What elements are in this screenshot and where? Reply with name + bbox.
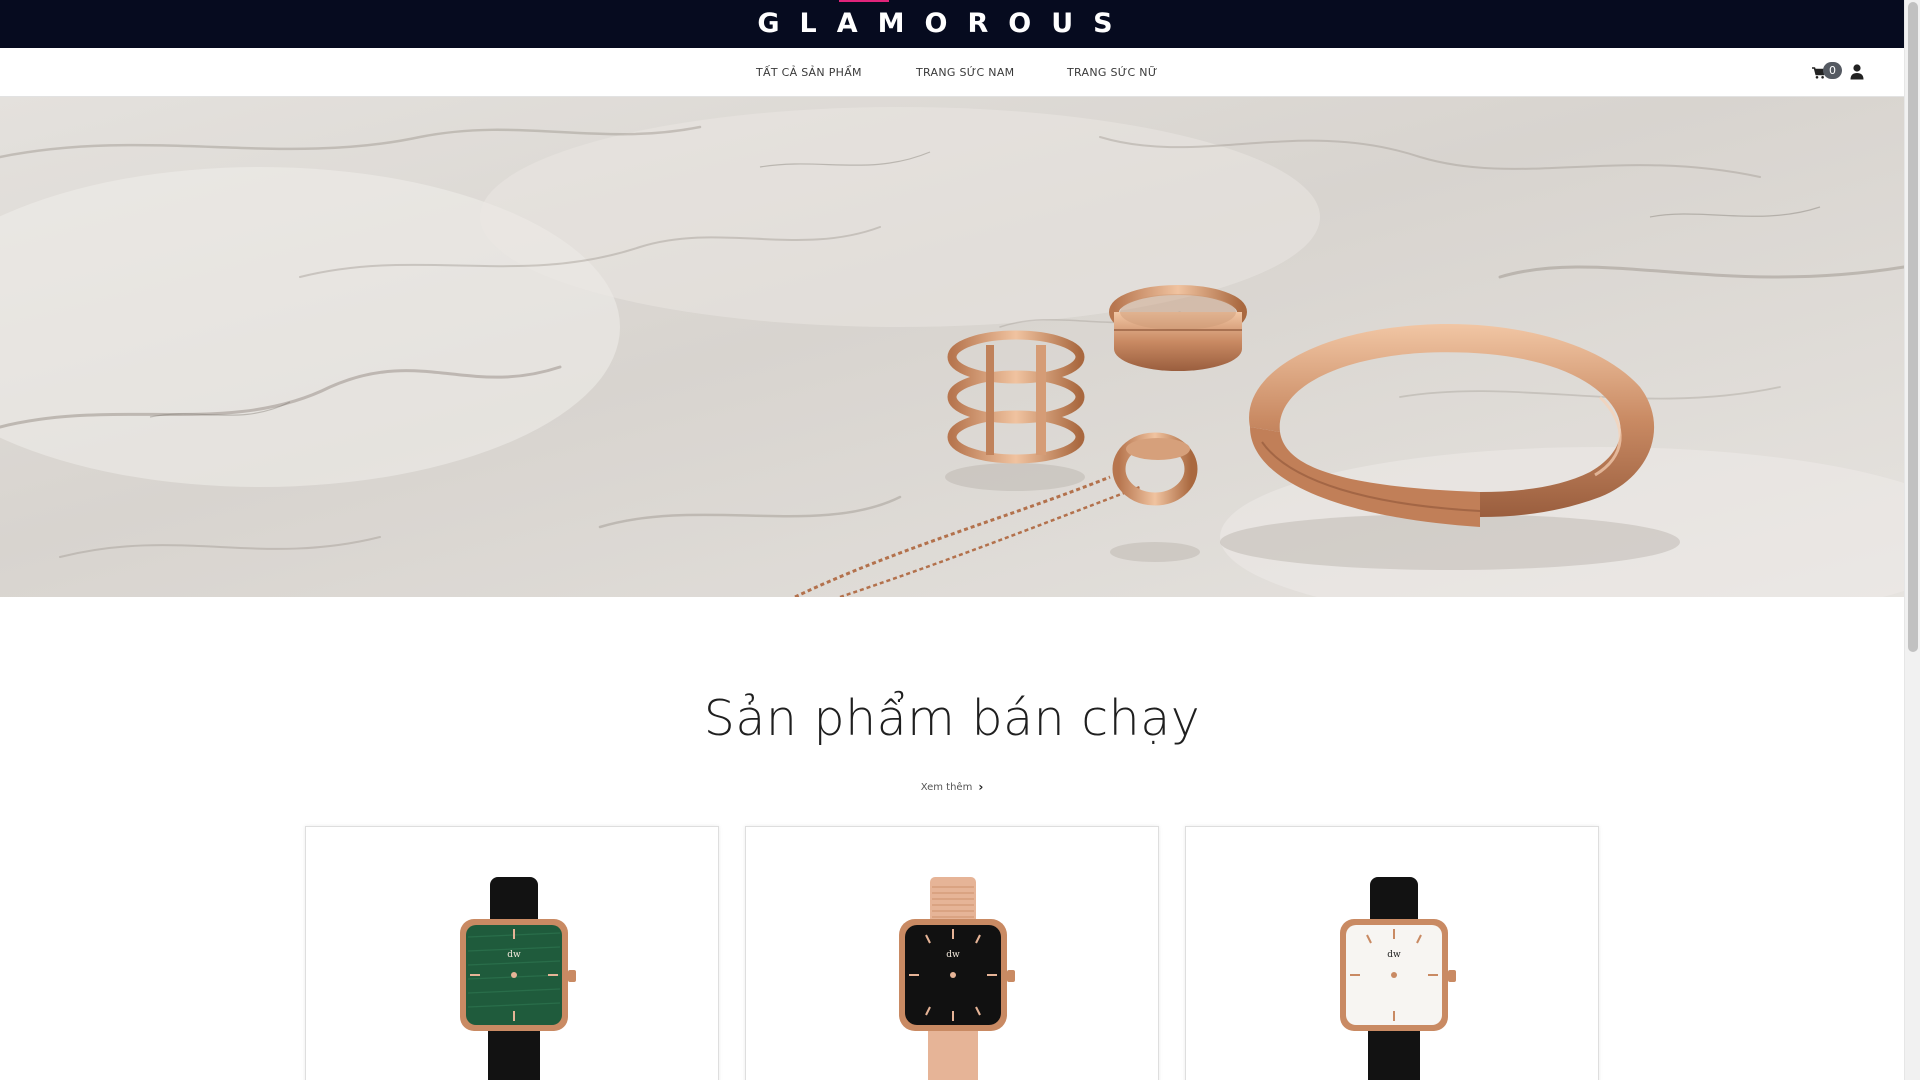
user-icon[interactable] [1849,63,1865,81]
product-image-watch-black: dw [899,877,1015,1080]
section-title-bestsellers: Sản phẩm bán chạy [703,690,1201,747]
see-more-link[interactable]: Xem thêm › [0,780,1904,794]
main-nav: TẤT CẢ SẢN PHẨM TRANG SỨC NAM TRANG SỨC … [0,48,1904,97]
nav-item-all-products[interactable]: TẤT CẢ SẢN PHẨM [756,66,862,79]
brand-bar: GLAMOROUS [0,0,1904,48]
nav-item-womens-jewelry[interactable]: TRANG SỨC NỮ [1067,66,1158,79]
product-image-watch-green: dw [460,877,576,1080]
brand-logo[interactable]: GLAMOROUS [0,6,1890,42]
brand-accent-line [839,0,889,2]
see-more-label: Xem thêm [920,782,973,793]
page: GLAMOROUS TẤT CẢ SẢN PHẨM TRANG SỨC NAM … [0,0,1920,1080]
scrollbar-thumb[interactable] [1908,2,1918,652]
page-scrollbar[interactable] [1904,0,1920,1080]
hero-jewelry-image [0,97,1904,597]
product-image-watch-white: dw [1340,877,1456,1080]
hero-banner[interactable] [0,97,1904,597]
svg-text:dw: dw [946,950,960,960]
chevron-right-icon: › [978,780,984,794]
nav-item-mens-jewelry[interactable]: TRANG SỨC NAM [916,66,1014,79]
product-card[interactable]: dw [305,826,719,1080]
product-card[interactable]: dw [745,826,1159,1080]
cart-button[interactable]: 0 [1810,60,1842,84]
svg-text:dw: dw [1387,950,1401,960]
product-card[interactable]: dw [1185,826,1599,1080]
cart-count-badge: 0 [1823,62,1842,79]
svg-text:dw: dw [507,950,521,960]
